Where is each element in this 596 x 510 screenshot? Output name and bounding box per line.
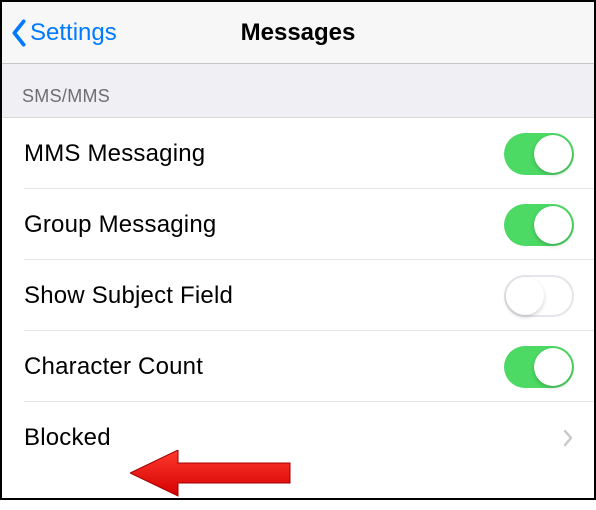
toggle-knob [534,348,572,386]
row-label: Blocked [24,424,111,452]
row-group-messaging: Group Messaging [2,189,594,260]
toggle-show-subject-field[interactable] [504,275,574,317]
toggle-knob [506,277,544,315]
toggle-group-messaging[interactable] [504,204,574,246]
row-label: Group Messaging [24,211,216,239]
row-label: MMS Messaging [24,140,205,168]
nav-header: Settings Messages [2,2,594,64]
row-show-subject-field: Show Subject Field [2,260,594,331]
back-label: Settings [30,19,117,47]
section-header: SMS/MMS [2,64,594,118]
row-label: Character Count [24,353,203,381]
toggle-knob [534,206,572,244]
row-label: Show Subject Field [24,282,233,310]
row-mms-messaging: MMS Messaging [2,118,594,189]
toggle-character-count[interactable] [504,346,574,388]
chevron-left-icon [10,19,28,47]
toggle-knob [534,135,572,173]
row-character-count: Character Count [2,331,594,402]
row-blocked[interactable]: Blocked [2,402,594,473]
chevron-right-icon [562,428,574,448]
toggle-mms-messaging[interactable] [504,133,574,175]
back-button[interactable]: Settings [10,19,117,47]
